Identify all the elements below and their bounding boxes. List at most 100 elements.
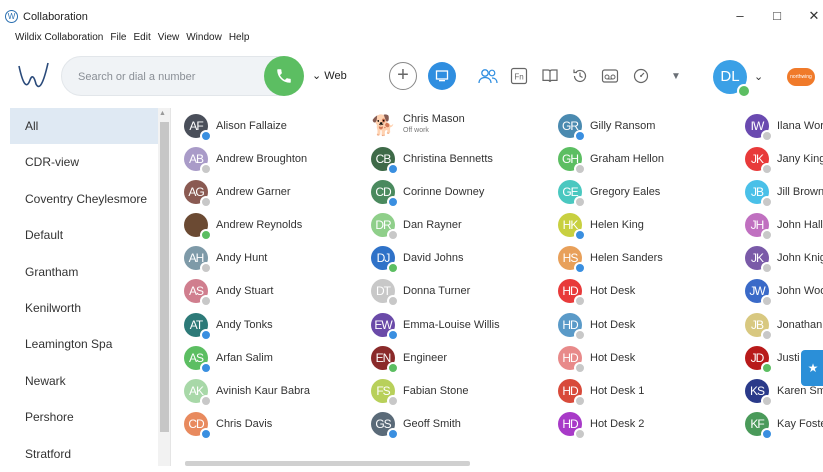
minimize-button[interactable]: – bbox=[725, 6, 755, 26]
contact-name: Hot Desk bbox=[590, 351, 636, 364]
contact-name: Chris Mason bbox=[403, 113, 465, 125]
sidebar-item-coventry-cheylesmore[interactable]: Coventry Cheylesmore bbox=[10, 181, 158, 217]
presence-status-indicator bbox=[387, 295, 399, 308]
device-select[interactable]: ⌄ Web bbox=[312, 69, 347, 82]
contact-name: Ilana Wor bbox=[777, 120, 823, 132]
star-favorites-button[interactable]: ★ bbox=[801, 350, 823, 386]
presence-status-indicator bbox=[761, 361, 773, 374]
close-button[interactable]: ✕ bbox=[799, 6, 823, 26]
sidebar-item-cdr-view[interactable]: CDR-view bbox=[10, 144, 158, 180]
contact-name: Helen King bbox=[590, 219, 644, 232]
sidebar-scrollbar-thumb[interactable] bbox=[160, 122, 169, 432]
function-keys-icon[interactable]: Fn bbox=[507, 64, 531, 88]
horizontal-scrollbar-thumb[interactable] bbox=[185, 461, 470, 466]
add-button[interactable]: + bbox=[389, 62, 417, 90]
contact-name: Jonathan bbox=[777, 318, 823, 331]
contact-name: Fabian Stone bbox=[403, 384, 469, 397]
menu-window[interactable]: Window bbox=[186, 32, 222, 43]
groups-sidebar: All CDR-view Coventry Cheylesmore Defaul… bbox=[10, 108, 158, 466]
call-button[interactable] bbox=[264, 56, 304, 96]
presence-status-indicator bbox=[387, 262, 399, 275]
contact-name: Alison Fallaize bbox=[216, 120, 287, 132]
menu-edit[interactable]: Edit bbox=[134, 32, 151, 43]
search-input[interactable] bbox=[76, 67, 260, 87]
presence-status-indicator bbox=[761, 295, 773, 308]
sidebar-item-kenilworth[interactable]: Kenilworth bbox=[10, 290, 158, 326]
user-menu-chevron-icon[interactable]: ⌄ bbox=[754, 70, 763, 83]
presence-status-indicator bbox=[200, 196, 212, 209]
contact-name: Donna Turner bbox=[403, 285, 471, 298]
presence-status-indicator bbox=[574, 328, 586, 341]
more-dropdown-icon[interactable]: ▼ bbox=[664, 64, 688, 88]
contact-name: Corinne Downey bbox=[403, 186, 485, 199]
app-logo-icon: W bbox=[5, 10, 18, 23]
contacts-grid: AF Alison Fallaize AB Andrew Broughton AG And… bbox=[171, 108, 823, 466]
sidebar-item-leamington-spa[interactable]: Leamington Spa bbox=[10, 326, 158, 362]
contact-name: Andrew Reynolds bbox=[216, 219, 303, 232]
contact-name: Justi bbox=[777, 351, 800, 364]
history-icon[interactable] bbox=[568, 64, 592, 88]
sidebar-item-default[interactable]: Default bbox=[10, 217, 158, 253]
contact-name: Christina Bennetts bbox=[403, 153, 493, 166]
presence-status-indicator bbox=[200, 163, 212, 176]
sidebar-item-grantham[interactable]: Grantham bbox=[10, 254, 158, 290]
contact-name: Andy Hunt bbox=[216, 252, 268, 265]
presence-status-indicator bbox=[200, 361, 212, 374]
presence-status-indicator bbox=[761, 427, 773, 440]
title-bar: W Collaboration – □ ✕ bbox=[0, 0, 823, 28]
presence-status-indicator bbox=[200, 229, 212, 242]
chevron-down-icon: ⌄ bbox=[312, 70, 322, 82]
contact-name: Jany King bbox=[777, 153, 823, 166]
book-icon[interactable] bbox=[538, 64, 562, 88]
contact-name: Hot Desk 1 bbox=[590, 384, 645, 397]
presence-status-indicator bbox=[574, 196, 586, 209]
menu-view[interactable]: View bbox=[158, 32, 180, 43]
contact-name: Hot Desk bbox=[590, 318, 636, 331]
contacts-icon[interactable] bbox=[476, 64, 500, 88]
brand-badge[interactable]: northwing bbox=[787, 68, 815, 86]
menu-app[interactable]: Wildix Collaboration bbox=[15, 32, 103, 43]
menu-help[interactable]: Help bbox=[229, 32, 250, 43]
contact-name: Arfan Salim bbox=[216, 351, 273, 364]
presence-status-indicator bbox=[387, 196, 399, 209]
sidebar-item-pershore[interactable]: Pershore bbox=[10, 399, 158, 435]
contact-status-message: Off work bbox=[403, 127, 429, 134]
sidebar-item-stratford[interactable]: Stratford bbox=[10, 436, 158, 472]
presence-status-indicator bbox=[761, 229, 773, 242]
presence-status-indicator bbox=[387, 427, 399, 440]
contact-name: Emma-Louise Willis bbox=[403, 318, 500, 331]
presence-status-indicator bbox=[761, 163, 773, 176]
contact-name: David Johns bbox=[403, 252, 464, 265]
menu-bar: Wildix Collaboration File Edit View Wind… bbox=[15, 32, 249, 43]
presence-status-indicator bbox=[200, 328, 212, 341]
presence-status-indicator bbox=[761, 130, 773, 142]
contact-name: John Knig bbox=[777, 252, 823, 265]
presence-status-indicator bbox=[761, 394, 773, 407]
sidebar-item-newark[interactable]: Newark bbox=[10, 363, 158, 399]
contact-name: John Hall bbox=[777, 219, 823, 232]
contact-name: Andy Stuart bbox=[216, 285, 274, 298]
menu-file[interactable]: File bbox=[110, 32, 126, 43]
presence-status-indicator bbox=[387, 328, 399, 341]
sidebar-item-all[interactable]: All bbox=[10, 108, 158, 145]
voicemail-icon[interactable] bbox=[598, 64, 622, 88]
contact-name: Karen Sm bbox=[777, 384, 823, 397]
maximize-button[interactable]: □ bbox=[762, 6, 792, 26]
presence-status-indicator bbox=[200, 295, 212, 308]
contact-name: Andrew Broughton bbox=[216, 153, 308, 166]
contact-name: Engineer bbox=[403, 351, 448, 364]
presence-status-indicator bbox=[574, 295, 586, 308]
presence-status-indicator bbox=[574, 163, 586, 176]
presence-status-indicator bbox=[387, 394, 399, 407]
wildix-logo-icon bbox=[18, 62, 49, 88]
presence-status-indicator bbox=[761, 262, 773, 275]
contact-name: John Woo bbox=[777, 285, 823, 298]
dashboard-icon[interactable] bbox=[629, 64, 653, 88]
contact-name: Hot Desk 2 bbox=[590, 417, 645, 430]
scroll-up-icon[interactable]: ▲ bbox=[159, 110, 166, 117]
presence-status-indicator bbox=[200, 394, 212, 407]
screen-share-button[interactable] bbox=[428, 62, 456, 90]
presence-status-indicator bbox=[574, 130, 586, 142]
contact-name: Geoff Smith bbox=[403, 417, 461, 430]
presence-status-indicator bbox=[387, 163, 399, 176]
